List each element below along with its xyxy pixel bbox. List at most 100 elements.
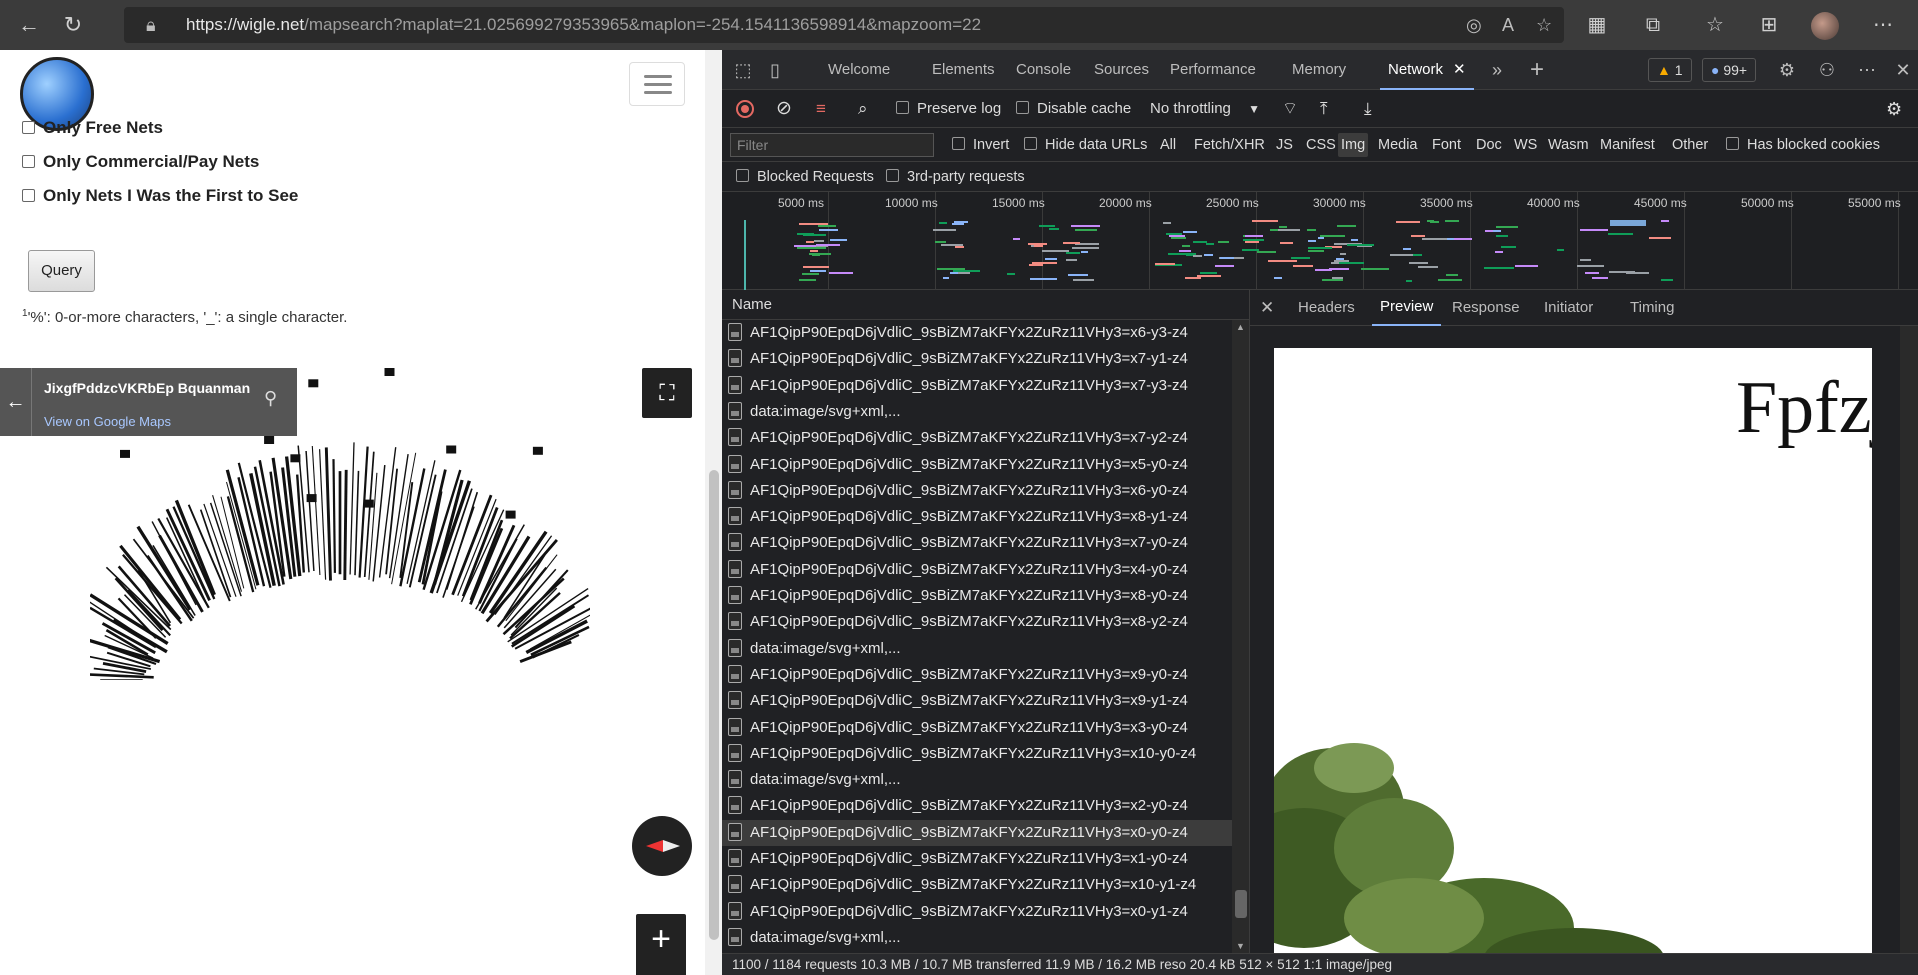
tab-performance[interactable]: Performance (1170, 50, 1256, 90)
more-icon[interactable]: ⋯ (1868, 10, 1898, 40)
request-row[interactable]: data:image/svg+xml,... (722, 636, 1232, 662)
tracking-icon[interactable]: ◎ (1466, 7, 1482, 43)
has-blocked-cookies-checkbox[interactable]: Has blocked cookies (1726, 128, 1880, 162)
collections-icon[interactable]: ▦ (1582, 10, 1612, 40)
favorite-add-icon[interactable]: ☆ (1536, 7, 1552, 43)
zoom-in-button[interactable]: + (636, 914, 686, 975)
tab-timing[interactable]: Timing (1630, 290, 1674, 326)
filter-type-fetch-xhr[interactable]: Fetch/XHR (1194, 128, 1265, 162)
request-row[interactable]: AF1QipP90EpqD6jVdliC_9sBiZM7aKFYx2ZuRz11… (722, 715, 1232, 741)
record-icon[interactable] (736, 100, 754, 118)
tab-network[interactable]: Network ✕ (1380, 50, 1474, 90)
filter-type-js[interactable]: JS (1276, 128, 1293, 162)
close-icon[interactable]: ✕ (1260, 290, 1274, 326)
preserve-log-checkbox[interactable]: Preserve log (896, 90, 1001, 128)
checkbox[interactable] (22, 189, 35, 202)
close-devtools-icon[interactable]: ✕ (1888, 50, 1918, 90)
messages-badge[interactable]: ● 99+ (1702, 58, 1757, 82)
third-party-requests-checkbox[interactable]: 3rd-party requests (886, 162, 1025, 192)
back-arrow-icon[interactable]: ← (0, 368, 32, 436)
customize-icon[interactable]: ⚇ (1812, 50, 1842, 90)
read-aloud-icon[interactable]: A (1502, 7, 1514, 43)
network-settings-icon[interactable]: ⚙ (1886, 90, 1902, 128)
extensions-icon[interactable]: ⧉ (1638, 10, 1668, 40)
request-row[interactable]: AF1QipP90EpqD6jVdliC_9sBiZM7aKFYx2ZuRz11… (722, 530, 1232, 556)
import-har-icon[interactable]: ⤒ (1320, 90, 1328, 128)
more-options-icon[interactable]: ⋯ (1852, 50, 1882, 90)
filter-type-font[interactable]: Font (1432, 128, 1461, 162)
warnings-badge[interactable]: ▲ 1 (1648, 58, 1692, 82)
menu-button[interactable] (629, 62, 685, 106)
tab-response[interactable]: Response (1452, 290, 1520, 326)
filter-free-nets[interactable]: Only Free Nets (22, 118, 163, 138)
request-row[interactable]: AF1QipP90EpqD6jVdliC_9sBiZM7aKFYx2ZuRz11… (722, 846, 1232, 872)
filter-icon[interactable]: ≡ (816, 90, 826, 128)
tab-elements[interactable]: Elements (932, 50, 995, 90)
back-arrow-icon[interactable]: ← (14, 10, 44, 40)
request-row[interactable]: AF1QipP90EpqD6jVdliC_9sBiZM7aKFYx2ZuRz11… (722, 452, 1232, 478)
compass-icon[interactable] (632, 816, 692, 876)
filter-type-manifest[interactable]: Manifest (1600, 128, 1655, 162)
request-row[interactable]: AF1QipP90EpqD6jVdliC_9sBiZM7aKFYx2ZuRz11… (722, 478, 1232, 504)
network-conditions-icon[interactable]: ⌔ (1282, 90, 1298, 128)
request-row[interactable]: data:image/svg+xml,... (722, 399, 1232, 425)
filter-type-css[interactable]: CSS (1306, 128, 1336, 162)
scroll-down-icon[interactable]: ▼ (1236, 941, 1245, 951)
filter-type-media[interactable]: Media (1378, 128, 1418, 162)
refresh-icon[interactable]: ↻ (58, 10, 88, 40)
request-row[interactable]: AF1QipP90EpqD6jVdliC_9sBiZM7aKFYx2ZuRz11… (722, 688, 1232, 714)
request-row[interactable]: AF1QipP90EpqD6jVdliC_9sBiZM7aKFYx2ZuRz11… (722, 662, 1232, 688)
query-button[interactable]: Query (28, 250, 95, 292)
request-row[interactable]: AF1QipP90EpqD6jVdliC_9sBiZM7aKFYx2ZuRz11… (722, 872, 1232, 898)
browser-essentials-icon[interactable]: ⊞ (1754, 10, 1784, 40)
network-overview-timeline[interactable]: 5000 ms 10000 ms 15000 ms 20000 ms 25000 ms 3… (722, 192, 1918, 290)
tab-console[interactable]: Console (1016, 50, 1071, 90)
request-row[interactable]: AF1QipP90EpqD6jVdliC_9sBiZM7aKFYx2ZuRz11… (722, 504, 1232, 530)
tab-headers[interactable]: Headers (1298, 290, 1355, 326)
page-scrollbar-thumb[interactable] (709, 470, 719, 940)
profile-avatar[interactable] (1811, 12, 1839, 40)
device-toolbar-icon[interactable]: ▯ (760, 50, 790, 90)
tab-preview[interactable]: Preview (1372, 290, 1442, 326)
request-row[interactable]: AF1QipP90EpqD6jVdliC_9sBiZM7aKFYx2ZuRz11… (722, 609, 1232, 635)
tab-welcome[interactable]: Welcome (828, 50, 890, 90)
close-icon[interactable]: ✕ (1453, 61, 1466, 78)
request-list-scrollbar[interactable]: ▲ ▼ (1232, 320, 1250, 953)
add-tab-icon[interactable]: + (1522, 50, 1552, 90)
request-row[interactable]: AF1QipP90EpqD6jVdliC_9sBiZM7aKFYx2ZuRz11… (722, 793, 1232, 819)
search-icon[interactable]: ⌕ (858, 90, 868, 128)
request-row[interactable]: AF1QipP90EpqD6jVdliC_9sBiZM7aKFYx2ZuRz11… (722, 583, 1232, 609)
scroll-up-icon[interactable]: ▲ (1236, 322, 1245, 332)
throttling-select[interactable]: No throttling ▼ (1144, 96, 1266, 122)
tab-memory[interactable]: Memory (1292, 50, 1346, 90)
filter-type-img[interactable]: Img (1338, 133, 1369, 157)
request-row[interactable]: data:image/svg+xml,... (722, 925, 1232, 951)
clear-icon[interactable]: ⊘ (776, 90, 792, 128)
request-row[interactable]: AF1QipP90EpqD6jVdliC_9sBiZM7aKFYx2ZuRz11… (722, 741, 1232, 767)
preview-scrollbar[interactable] (1900, 326, 1918, 953)
export-har-icon[interactable]: ⤓ (1364, 90, 1372, 128)
request-row[interactable]: AF1QipP90EpqD6jVdliC_9sBiZM7aKFYx2ZuRz11… (722, 373, 1232, 399)
filter-commercial-nets[interactable]: Only Commercial/Pay Nets (22, 152, 259, 172)
request-row[interactable]: data:image/svg+xml,... (722, 767, 1232, 793)
hide-data-urls-checkbox[interactable]: Hide data URLs (1024, 128, 1147, 162)
more-tabs-icon[interactable]: » (1482, 50, 1512, 90)
request-row[interactable]: AF1QipP90EpqD6jVdliC_9sBiZM7aKFYx2ZuRz11… (722, 320, 1232, 346)
request-row[interactable]: AF1QipP90EpqD6jVdliC_9sBiZM7aKFYx2ZuRz11… (722, 425, 1232, 451)
filter-type-ws[interactable]: WS (1514, 128, 1537, 162)
filter-input[interactable]: Filter (730, 133, 934, 157)
tab-sources[interactable]: Sources (1094, 50, 1149, 90)
request-row[interactable]: AF1QipP90EpqD6jVdliC_9sBiZM7aKFYx2ZuRz11… (722, 899, 1232, 925)
filter-first-seen-nets[interactable]: Only Nets I Was the First to See (22, 186, 298, 206)
lock-icon[interactable]: 🔒︎ (146, 7, 156, 43)
filter-type-other[interactable]: Other (1672, 128, 1708, 162)
request-row[interactable]: AF1QipP90EpqD6jVdliC_9sBiZM7aKFYx2ZuRz11… (722, 557, 1232, 583)
tab-initiator[interactable]: Initiator (1544, 290, 1593, 326)
name-column-header[interactable]: Name (722, 290, 1250, 320)
checkbox[interactable] (22, 121, 35, 134)
checkbox[interactable] (22, 155, 35, 168)
blocked-requests-checkbox[interactable]: Blocked Requests (736, 162, 874, 192)
address-bar[interactable]: 🔒︎ https://wigle.net/mapsearch?maplat=21… (124, 7, 1564, 43)
request-row[interactable]: AF1QipP90EpqD6jVdliC_9sBiZM7aKFYx2ZuRz11… (722, 346, 1232, 372)
url-text[interactable]: https://wigle.net/mapsearch?maplat=21.02… (186, 7, 981, 43)
